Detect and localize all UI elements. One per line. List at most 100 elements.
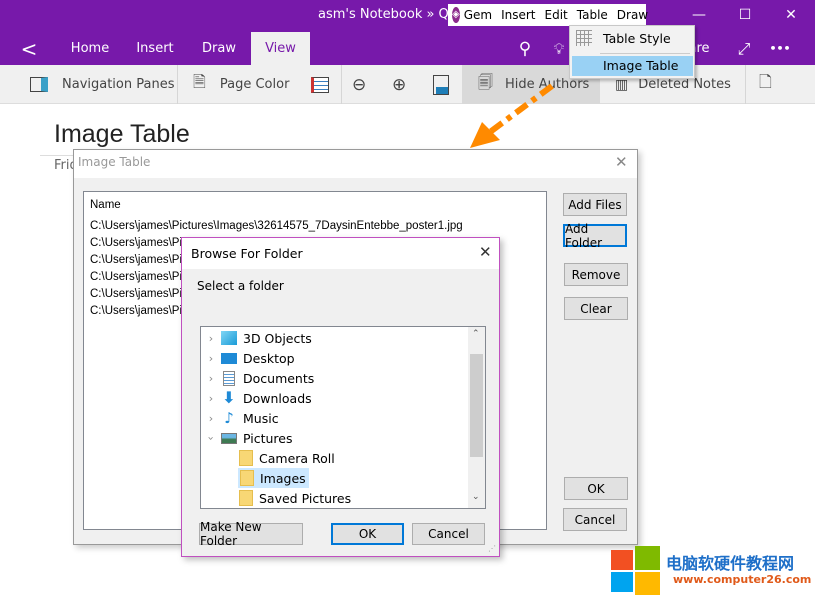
tree-label: Desktop (243, 350, 295, 366)
search-icon[interactable]: ⚲ (512, 32, 538, 65)
tree-item-saved-pictures[interactable]: Saved Pictures (239, 488, 351, 508)
tree-label: Camera Roll (259, 450, 335, 466)
zoom-out-icon: ⊖ (352, 74, 367, 95)
make-new-folder-button[interactable]: Make New Folder (199, 520, 303, 548)
rule-lines-button[interactable] (311, 65, 329, 104)
folder-icon (240, 470, 254, 486)
chevron-right-icon[interactable]: › (201, 372, 221, 385)
browse-close-icon[interactable]: ✕ (479, 243, 492, 261)
list-item[interactable]: C:\Users\james\Pictures\Images\32614575_… (90, 220, 463, 232)
music-icon: ♪ (224, 409, 234, 427)
list-column-header[interactable]: Name (90, 199, 121, 211)
remove-button[interactable]: Remove (564, 263, 628, 286)
tree-item-pictures[interactable]: › Pictures (201, 428, 293, 448)
tree-item-camera-roll[interactable]: Camera Roll (239, 448, 335, 468)
chevron-right-icon[interactable]: › (201, 352, 221, 365)
gem-icon: ◈ (452, 7, 460, 23)
windows-logo-icon (611, 546, 660, 595)
zoom-in-button[interactable]: ⊕ (392, 65, 406, 104)
gem-menu-insert[interactable]: Insert (501, 8, 535, 22)
tree-item-music[interactable]: › ♪ Music (201, 408, 279, 428)
list-item[interactable]: C:\Users\james\Pic (90, 271, 188, 283)
page-100-icon (433, 74, 449, 95)
ribbon-separator (341, 65, 342, 104)
tree-label: Downloads (243, 390, 312, 406)
menu-item-table-style[interactable]: Table Style (603, 31, 671, 46)
deleted-notes-label: Deleted Notes (638, 77, 731, 92)
tab-insert[interactable]: Insert (130, 32, 180, 65)
arrow-shaft (488, 83, 554, 135)
scroll-up-icon[interactable]: ⌃ (472, 329, 480, 339)
zoom-in-icon: ⊕ (392, 74, 407, 95)
tree-item-images[interactable]: Images (238, 468, 309, 488)
clear-button[interactable]: Clear (564, 297, 628, 320)
zoom-out-button[interactable]: ⊖ (352, 65, 366, 104)
page-versions-button[interactable]: 🗋 (759, 65, 772, 104)
scroll-down-icon[interactable]: ⌄ (472, 492, 480, 502)
page-versions-icon: 🗋 (759, 72, 772, 91)
cancel-button[interactable]: Cancel (563, 508, 627, 531)
tree-label: Saved Pictures (259, 490, 352, 506)
folder-icon (239, 490, 253, 506)
ribbon-separator (745, 65, 746, 104)
table-style-icon (576, 30, 592, 46)
tab-draw[interactable]: Draw (196, 32, 242, 65)
back-button[interactable]: < (14, 32, 44, 65)
resize-grip-icon[interactable]: ⋰ (488, 544, 496, 553)
chevron-right-icon[interactable]: › (201, 392, 221, 405)
tree-item-downloads[interactable]: › ⬇ Downloads (201, 388, 312, 408)
lightbulb-icon[interactable]: 💡︎ (548, 32, 570, 65)
tab-home[interactable]: Home (62, 32, 118, 65)
chevron-right-icon[interactable]: › (201, 412, 221, 425)
add-files-button[interactable]: Add Files (563, 193, 627, 216)
list-item[interactable]: C:\Users\james\Pic (90, 254, 188, 266)
tree-label: 3D Objects (243, 330, 312, 346)
browse-ok-button[interactable]: OK (331, 523, 404, 545)
folder-tree[interactable]: › 3D Objects › Desktop › Documents › ⬇ D… (200, 326, 486, 509)
gem-menu-draw[interactable]: Draw (617, 8, 648, 22)
gem-menubar: ◈ Gem Insert Edit Table Draw (448, 4, 648, 26)
menu-item-image-table[interactable]: Image Table (572, 56, 693, 76)
pictures-icon (221, 432, 237, 444)
scrollbar-thumb[interactable] (470, 354, 483, 457)
page-title: Image Table (54, 120, 190, 148)
rule-lines-icon (311, 76, 329, 93)
navigation-panes-icon (30, 77, 48, 92)
ok-button[interactable]: OK (564, 477, 628, 500)
add-folder-button[interactable]: Add Folder (563, 222, 627, 250)
zoom-100-button[interactable] (433, 65, 449, 104)
watermark-title: 电脑软硬件教程网 (666, 554, 795, 573)
tree-item-3d-objects[interactable]: › 3D Objects (201, 328, 312, 348)
downloads-icon: ⬇ (222, 388, 236, 407)
more-button[interactable]: ••• (766, 32, 794, 65)
list-item[interactable]: C:\Users\james\Pic (90, 288, 188, 300)
chevron-down-icon[interactable]: › (205, 428, 218, 448)
maximize-button[interactable]: ☐ (722, 0, 768, 30)
list-item[interactable]: C:\Users\james\Pic (90, 237, 188, 249)
dialog-title: Image Table (78, 155, 151, 169)
dialog-close-icon[interactable]: ✕ (615, 153, 628, 171)
close-button[interactable]: ✕ (768, 0, 814, 30)
browse-dialog-title: Browse For Folder (191, 246, 303, 261)
documents-icon (223, 370, 235, 386)
gem-menu-edit[interactable]: Edit (545, 8, 568, 22)
gem-menu-table[interactable]: Table (577, 8, 608, 22)
tree-label: Pictures (243, 430, 293, 446)
chevron-right-icon[interactable]: › (201, 332, 221, 345)
3d-objects-icon (221, 331, 237, 345)
tree-item-documents[interactable]: › Documents (201, 368, 314, 388)
fullscreen-icon[interactable]: ⤢ (732, 32, 756, 65)
page-color-button[interactable]: 🗎 Page Color (193, 65, 289, 104)
tab-view[interactable]: View (251, 32, 310, 65)
browse-for-folder-dialog: Browse For Folder ✕ Select a folder › 3D… (181, 237, 500, 557)
tree-scrollbar[interactable]: ⌃ ⌄ (468, 327, 485, 508)
list-item[interactable]: C:\Users\james\Pic (90, 305, 188, 317)
navigation-panes-button[interactable]: Navigation Panes (30, 65, 174, 104)
tree-label: Images (260, 470, 306, 486)
tree-item-desktop[interactable]: › Desktop (201, 348, 295, 368)
browse-cancel-button[interactable]: Cancel (412, 523, 485, 545)
page-color-label: Page Color (219, 77, 290, 92)
gem-menu-gem[interactable]: Gem (464, 8, 492, 22)
navigation-panes-label: Navigation Panes (62, 77, 175, 92)
page-color-icon: 🗎 (193, 72, 206, 91)
